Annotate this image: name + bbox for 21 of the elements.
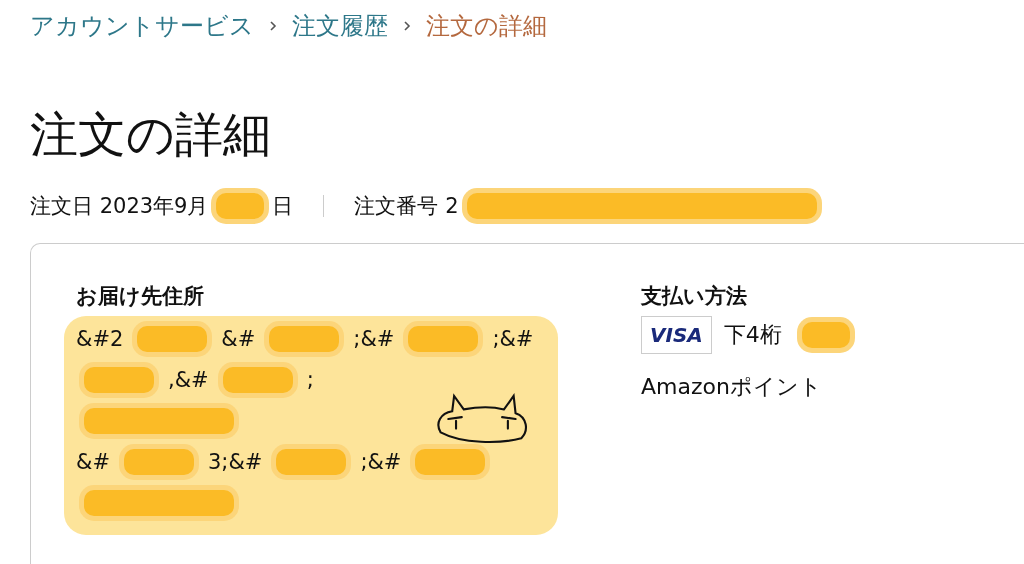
address-text: &#2 xyxy=(76,326,124,351)
address-text: ; xyxy=(306,367,314,392)
address-text: ;&# xyxy=(360,449,402,474)
address-text: ,&# xyxy=(168,367,209,392)
breadcrumb-link[interactable]: アカウントサービス xyxy=(30,10,254,42)
card-brand-logo: VISA xyxy=(641,316,712,354)
order-info-text: 注文日 2023年9月 xyxy=(30,193,209,220)
breadcrumb-link[interactable]: 注文履歴 xyxy=(292,10,388,42)
page-title: 注文の詳細 xyxy=(30,105,272,164)
address-text: &# xyxy=(76,449,110,474)
order-info-text: 日 xyxy=(272,193,294,220)
section-heading: 支払い方法 xyxy=(641,283,748,310)
order-info-text: 注文番号 2 xyxy=(354,193,459,220)
section-heading: お届け先住所 xyxy=(76,283,205,310)
address-text: ;&# xyxy=(492,326,534,351)
address-text: 3;&# xyxy=(208,449,263,474)
payment-points-text: Amazonポイント xyxy=(641,373,823,401)
card-digits-label: 下4桁 xyxy=(723,321,782,349)
address-text: ;&# xyxy=(353,326,395,351)
address-text: &# xyxy=(221,326,256,351)
breadcrumb-link[interactable]: 注文の詳細 xyxy=(426,10,547,42)
